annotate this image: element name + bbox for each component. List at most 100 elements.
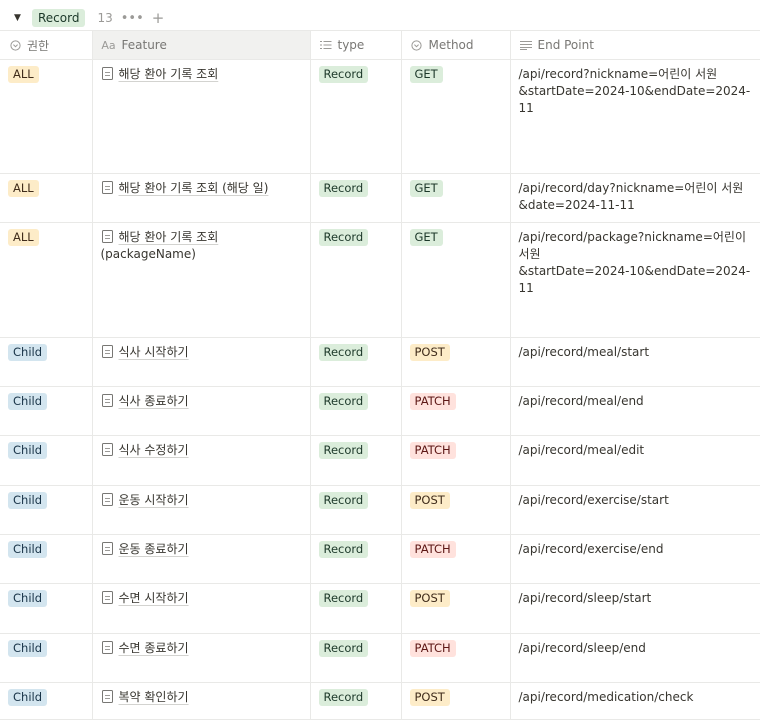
endpoint-cell[interactable]: /api/record/sleep/start: [510, 584, 760, 634]
role-cell[interactable]: Child: [0, 634, 92, 683]
endpoint-cell[interactable]: /api/record/exercise/start: [510, 486, 760, 535]
feature-cell[interactable]: 식사 종료하기: [92, 387, 310, 436]
feature-cell[interactable]: 복약 확인하기: [92, 683, 310, 720]
method-cell[interactable]: GET: [401, 60, 510, 174]
method-tag: GET: [410, 229, 443, 246]
feature-title[interactable]: 수면 종료하기: [119, 640, 189, 657]
feature-cell[interactable]: 해당 환아 기록 조회 (해당 일): [92, 174, 310, 223]
method-cell[interactable]: PATCH: [401, 535, 510, 584]
type-tag: Record: [319, 492, 369, 509]
column-label: Feature: [122, 38, 167, 52]
endpoint-cell[interactable]: /api/record/meal/edit: [510, 436, 760, 486]
type-cell[interactable]: Record: [310, 486, 401, 535]
role-cell[interactable]: Child: [0, 486, 92, 535]
feature-title[interactable]: 해당 환아 기록 조회 (해당 일): [119, 180, 269, 197]
role-cell[interactable]: Child: [0, 436, 92, 486]
table-row[interactable]: Child 식사 종료하기 RecordPATCH/api/record/meal/…: [0, 387, 760, 436]
method-cell[interactable]: POST: [401, 486, 510, 535]
role-tag: Child: [8, 442, 47, 459]
table-row[interactable]: ALL 해당 환아 기록 조회(packageName)Record GET/api…: [0, 223, 760, 338]
feature-title[interactable]: 식사 수정하기: [119, 442, 189, 459]
collapse-toggle-icon[interactable]: ▼: [14, 13, 24, 23]
group-count: 13: [97, 11, 112, 25]
type-cell[interactable]: Record: [310, 338, 401, 387]
add-icon[interactable]: +: [152, 11, 165, 25]
table-row[interactable]: Child 식사 시작하기 RecordPOST/api/record/meal/s…: [0, 338, 760, 387]
method-cell[interactable]: PATCH: [401, 436, 510, 486]
type-cell[interactable]: Record: [310, 387, 401, 436]
method-cell[interactable]: GET: [401, 223, 510, 338]
table-row[interactable]: ALL 해당 환아 기록 조회 (해당 일) RecordGET/api/recor…: [0, 174, 760, 223]
column-header-role[interactable]: 권한: [0, 31, 92, 60]
column-header-endpoint[interactable]: End Point: [510, 31, 760, 60]
feature-cell[interactable]: 수면 시작하기: [92, 584, 310, 634]
endpoint-text: /api/record/meal/start: [511, 338, 760, 367]
feature-title[interactable]: 수면 시작하기: [119, 590, 189, 607]
table-row[interactable]: Child 수면 시작하기 Record POST/api/record/sleep/…: [0, 584, 760, 634]
feature-cell[interactable]: 운동 시작하기: [92, 486, 310, 535]
endpoint-cell[interactable]: /api/record/day?nickname=어린이 서원 &date=20…: [510, 174, 760, 223]
type-cell[interactable]: Record: [310, 535, 401, 584]
method-cell[interactable]: POST: [401, 584, 510, 634]
column-label: End Point: [538, 38, 594, 52]
endpoint-cell[interactable]: /api/record/meal/start: [510, 338, 760, 387]
column-label: 권한: [27, 37, 49, 54]
endpoint-cell[interactable]: /api/record?nickname=어린이 서원 &startDate=2…: [510, 60, 760, 174]
feature-cell[interactable]: 수면 종료하기: [92, 634, 310, 683]
table-row[interactable]: ALL 해당 환아 기록 조회 RecordGET/api/record?nickn…: [0, 60, 760, 174]
type-cell[interactable]: Record: [310, 60, 401, 174]
group-tag[interactable]: Record: [32, 9, 85, 27]
type-cell[interactable]: Record: [310, 584, 401, 634]
column-header-method[interactable]: Method: [401, 31, 510, 60]
method-tag: PATCH: [410, 541, 456, 558]
role-cell[interactable]: ALL: [0, 174, 92, 223]
method-cell[interactable]: POST: [401, 338, 510, 387]
table-row[interactable]: Child 운동 시작하기 Record POST/api/record/exerci…: [0, 486, 760, 535]
feature-cell[interactable]: 식사 수정하기: [92, 436, 310, 486]
feature-title[interactable]: 식사 종료하기: [119, 393, 189, 410]
feature-title[interactable]: 운동 종료하기: [119, 541, 189, 558]
role-cell[interactable]: Child: [0, 387, 92, 436]
type-tag: Record: [319, 541, 369, 558]
type-cell[interactable]: Record: [310, 174, 401, 223]
feature-title[interactable]: 식사 시작하기: [119, 344, 189, 361]
method-cell[interactable]: GET: [401, 174, 510, 223]
type-cell[interactable]: Record: [310, 634, 401, 683]
type-cell[interactable]: Record: [310, 223, 401, 338]
type-cell[interactable]: Record: [310, 683, 401, 720]
feature-title[interactable]: 복약 확인하기: [119, 689, 189, 706]
table-row[interactable]: Child 수면 종료하기 RecordPATCH/api/record/sleep…: [0, 634, 760, 683]
feature-title[interactable]: 해당 환아 기록 조회: [119, 229, 219, 246]
table-row[interactable]: Child 식사 수정하기 RecordPATCH/api/record/meal/…: [0, 436, 760, 486]
role-cell[interactable]: Child: [0, 584, 92, 634]
page-icon: [102, 181, 113, 194]
feature-title[interactable]: 운동 시작하기: [119, 492, 189, 509]
feature-cell[interactable]: 식사 시작하기: [92, 338, 310, 387]
endpoint-cell[interactable]: /api/record/medication/check: [510, 683, 760, 720]
type-tag: Record: [319, 590, 369, 607]
table-row[interactable]: Child 복약 확인하기 RecordPOST/api/record/medica…: [0, 683, 760, 720]
role-cell[interactable]: Child: [0, 683, 92, 720]
feature-cell[interactable]: 해당 환아 기록 조회(packageName): [92, 223, 310, 338]
role-cell[interactable]: Child: [0, 535, 92, 584]
table-row[interactable]: Child 운동 종료하기 Record PATCH/api/record/exerc…: [0, 535, 760, 584]
feature-title[interactable]: 해당 환아 기록 조회: [119, 66, 219, 83]
endpoint-cell[interactable]: /api/record/sleep/end: [510, 634, 760, 683]
method-cell[interactable]: PATCH: [401, 634, 510, 683]
endpoint-cell[interactable]: /api/record/meal/end: [510, 387, 760, 436]
column-header-type[interactable]: type: [310, 31, 401, 60]
endpoint-cell[interactable]: /api/record/package?nickname=어린이 서원 &sta…: [510, 223, 760, 338]
feature-cell[interactable]: 운동 종료하기: [92, 535, 310, 584]
method-cell[interactable]: PATCH: [401, 387, 510, 436]
type-cell[interactable]: Record: [310, 436, 401, 486]
role-tag: ALL: [8, 180, 39, 197]
column-header-feature[interactable]: AaFeature: [92, 31, 310, 60]
role-cell[interactable]: ALL: [0, 60, 92, 174]
role-cell[interactable]: ALL: [0, 223, 92, 338]
role-tag: ALL: [8, 229, 39, 246]
more-options-icon[interactable]: •••: [121, 11, 144, 26]
feature-cell[interactable]: 해당 환아 기록 조회: [92, 60, 310, 174]
method-cell[interactable]: POST: [401, 683, 510, 720]
endpoint-cell[interactable]: /api/record/exercise/end: [510, 535, 760, 584]
role-cell[interactable]: Child: [0, 338, 92, 387]
